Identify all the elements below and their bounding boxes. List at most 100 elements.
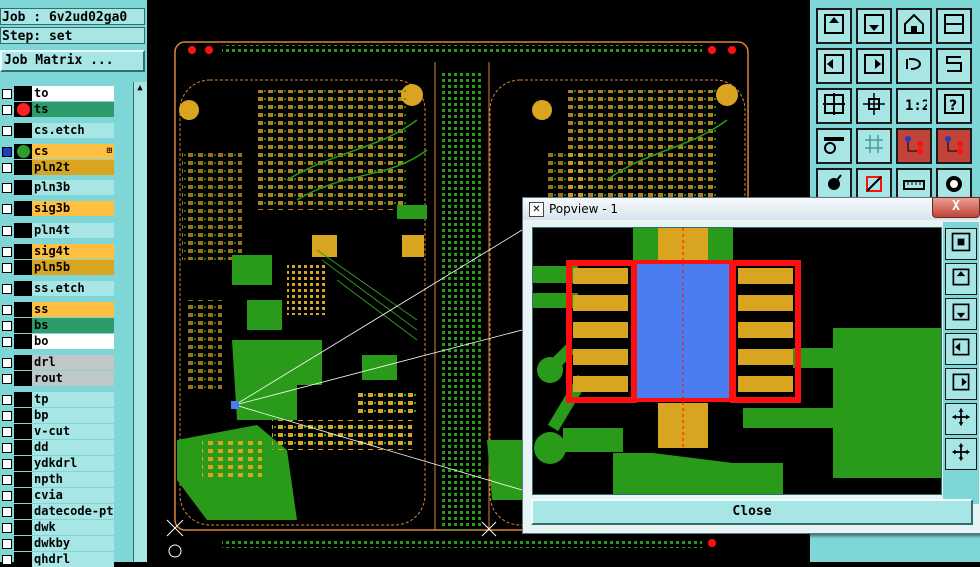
layer-checkbox[interactable] (2, 183, 12, 193)
layer-row-rout[interactable]: rout (0, 371, 133, 386)
layer-checkbox[interactable] (2, 443, 12, 453)
layer-row-dd[interactable]: dd (0, 440, 133, 455)
close-icon[interactable]: X (932, 197, 980, 218)
scale-1-2-button[interactable]: 1:2 (896, 88, 932, 124)
layer-checkbox[interactable] (2, 491, 12, 501)
layer-name[interactable]: cs.etch (32, 123, 114, 138)
layer-name[interactable]: to (32, 86, 114, 101)
grid-button[interactable] (856, 128, 892, 164)
layer-name[interactable]: rout (32, 371, 114, 386)
layer-checkbox[interactable] (2, 475, 12, 485)
layer-row-sig4t[interactable]: sig4t (0, 244, 133, 259)
pan-left-button[interactable] (945, 333, 977, 365)
popview-titlebar[interactable]: ✕ Popview - 1 (523, 198, 980, 220)
layer-name[interactable]: qhdrl (32, 552, 114, 567)
layer-row-bo[interactable]: bo (0, 334, 133, 349)
layer-checkbox[interactable] (2, 147, 12, 157)
layer-row-dwkby[interactable]: dwkby (0, 536, 133, 551)
undo-view-button[interactable] (896, 48, 932, 84)
layer-name[interactable]: sig4t (32, 244, 114, 259)
zoom-home-up-button[interactable] (816, 8, 852, 44)
layer-name[interactable]: drl (32, 355, 114, 370)
home-button[interactable] (896, 8, 932, 44)
layer-checkbox[interactable] (2, 374, 12, 384)
close-button[interactable]: Close (531, 499, 973, 525)
measure-palette-button[interactable] (816, 128, 852, 164)
layer-status-cell[interactable] (14, 281, 32, 296)
layer-checkbox[interactable] (2, 263, 12, 273)
layer-row-qhdrl[interactable]: qhdrl (0, 552, 133, 567)
fit-button[interactable] (945, 228, 977, 260)
layer-name[interactable]: npth (32, 472, 114, 487)
layer-checkbox[interactable] (2, 163, 12, 173)
layer-name[interactable]: ts (32, 102, 114, 117)
layer-status-cell[interactable] (14, 260, 32, 275)
layer-status-cell[interactable] (14, 536, 32, 551)
layer-row-cs-etch[interactable]: cs.etch (0, 123, 133, 138)
layer-row-ydkdrl[interactable]: ydkdrl (0, 456, 133, 471)
layer-status-cell[interactable] (14, 244, 32, 259)
layer-status-cell[interactable] (14, 160, 32, 175)
layer-name[interactable]: pln4t (32, 223, 114, 238)
layer-name[interactable]: pln3b (32, 180, 114, 195)
pan-right-button[interactable] (945, 368, 977, 400)
layer-status-cell[interactable] (14, 440, 32, 455)
layer-row-v-cut[interactable]: v-cut (0, 424, 133, 439)
layer-checkbox[interactable] (2, 305, 12, 315)
layer-toggle-b-button[interactable] (936, 128, 972, 164)
redraw-button[interactable] (936, 48, 972, 84)
layer-name[interactable]: dwk (32, 520, 114, 535)
layer-row-pln5b[interactable]: pln5b (0, 260, 133, 275)
layer-name[interactable]: datecode-ptc (32, 504, 114, 519)
layer-status-cell[interactable] (14, 424, 32, 439)
layer-status-cell[interactable] (14, 488, 32, 503)
layer-row-npth[interactable]: npth (0, 472, 133, 487)
pan-right-button[interactable] (856, 48, 892, 84)
layer-status-cell[interactable] (14, 201, 32, 216)
layer-name[interactable]: ss (32, 302, 114, 317)
layer-status-cell[interactable] (14, 355, 32, 370)
layer-status-cell[interactable] (14, 456, 32, 471)
layer-row-cs[interactable]: cs ⊞ (0, 144, 133, 159)
layer-name[interactable]: ss.etch (32, 281, 114, 296)
layer-name[interactable]: sig3b (32, 201, 114, 216)
layer-row-cvia[interactable]: cvia (0, 488, 133, 503)
layer-list-scrollbar[interactable]: ▲ (133, 82, 148, 562)
layer-name[interactable]: dwkby (32, 536, 114, 551)
layer-status-cell[interactable] (14, 552, 32, 567)
layer-status-cell[interactable] (14, 371, 32, 386)
layer-checkbox[interactable] (2, 226, 12, 236)
layer-name[interactable]: dd (32, 440, 114, 455)
layer-checkbox[interactable] (2, 358, 12, 368)
layer-status-cell[interactable] (14, 472, 32, 487)
layer-row-sig3b[interactable]: sig3b (0, 201, 133, 216)
pan-left-button[interactable] (816, 48, 852, 84)
layer-row-ss[interactable]: ss (0, 302, 133, 317)
job-matrix-button[interactable]: Job Matrix ... (0, 50, 145, 72)
layer-checkbox[interactable] (2, 523, 12, 533)
help-button[interactable]: ? (936, 88, 972, 124)
layer-row-pln2t[interactable]: pln2t (0, 160, 133, 175)
zoom-out-button[interactable] (945, 438, 977, 470)
pan-up-button[interactable] (945, 263, 977, 295)
layer-row-pln3b[interactable]: pln3b (0, 180, 133, 195)
layer-name[interactable]: bs (32, 318, 114, 333)
layer-row-tp[interactable]: tp (0, 392, 133, 407)
layer-status-cell[interactable] (14, 520, 32, 535)
layer-status-cell[interactable] (14, 504, 32, 519)
layer-status-cell[interactable] (14, 86, 32, 101)
layer-checkbox[interactable] (2, 427, 12, 437)
layer-status-cell[interactable] (14, 408, 32, 423)
layer-name[interactable]: cs ⊞ (32, 144, 114, 159)
scroll-up-icon[interactable]: ▲ (135, 83, 145, 93)
layer-status-cell[interactable] (14, 223, 32, 238)
layer-toggle-a-button[interactable] (896, 128, 932, 164)
layer-checkbox[interactable] (2, 395, 12, 405)
layer-status-cell[interactable] (14, 392, 32, 407)
layer-status-cell[interactable] (14, 123, 32, 138)
pan-down-button[interactable] (945, 298, 977, 330)
layer-name[interactable]: tp (32, 392, 114, 407)
layer-checkbox[interactable] (2, 411, 12, 421)
layer-row-ss-etch[interactable]: ss.etch (0, 281, 133, 296)
layer-status-cell[interactable] (14, 180, 32, 195)
